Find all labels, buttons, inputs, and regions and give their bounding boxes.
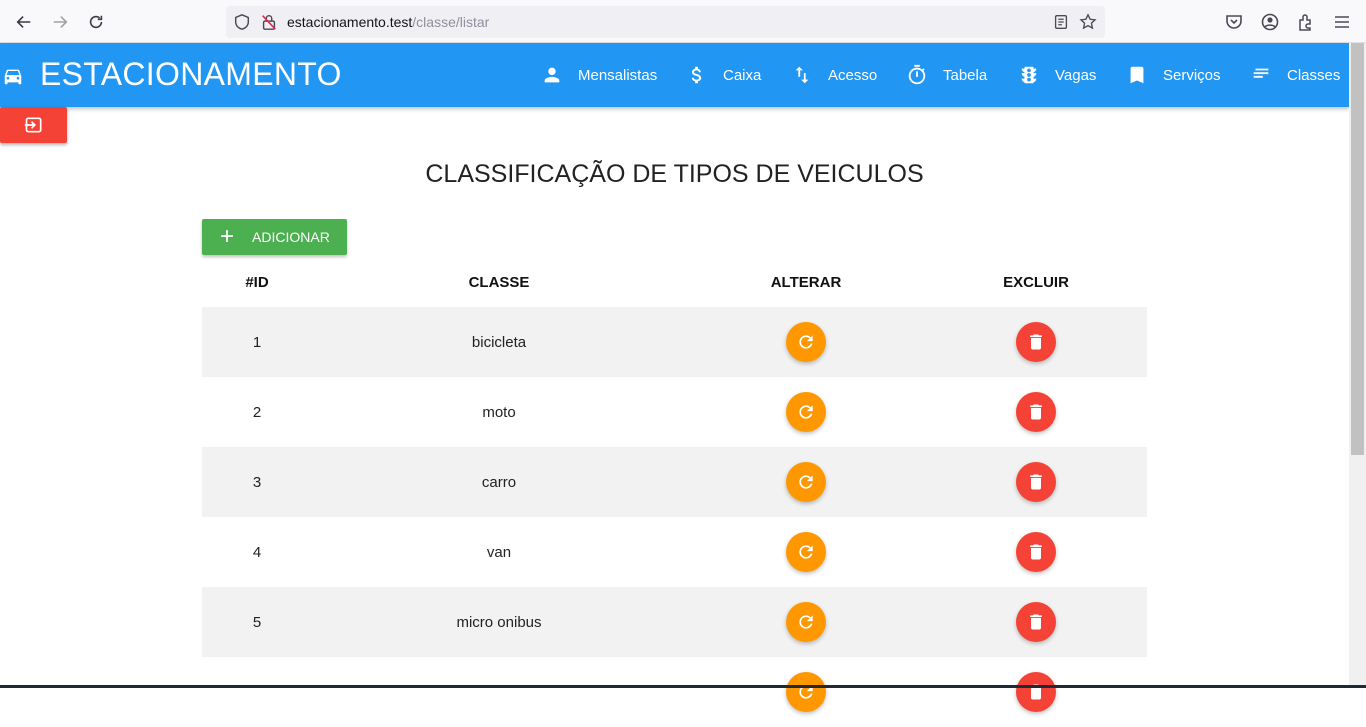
nav-item-vagas[interactable]: Vagas xyxy=(1018,63,1096,87)
trash-icon xyxy=(1030,404,1042,420)
nav-item-mensalistas[interactable]: Mensalistas xyxy=(541,63,657,87)
reload-icon[interactable] xyxy=(82,8,110,36)
insecure-lock-icon[interactable] xyxy=(260,13,278,31)
delete-button[interactable] xyxy=(1016,532,1056,572)
add-button-label: ADICIONAR xyxy=(252,229,330,245)
table-row: 3 carro xyxy=(202,447,1147,517)
person-icon xyxy=(544,67,560,83)
car-icon xyxy=(4,69,22,85)
short-text-icon xyxy=(1253,68,1269,78)
table-header: #ID CLASSE ALTERAR EXCLUIR xyxy=(202,257,1147,307)
cell-classe: carro xyxy=(481,474,517,491)
header-classe: CLASSE xyxy=(468,274,530,291)
top-navbar: ESTACIONAMENTO Mensalistas Caixa Acesso … xyxy=(0,43,1349,107)
refresh-icon xyxy=(799,475,813,489)
edit-button[interactable] xyxy=(786,672,826,712)
cell-classe: moto xyxy=(482,404,516,421)
logout-button[interactable] xyxy=(0,107,67,143)
page-scrollbar[interactable] xyxy=(1349,43,1366,688)
nav-item-label: Serviços xyxy=(1163,66,1221,84)
edit-button[interactable] xyxy=(786,602,826,642)
nav-item-acesso[interactable]: Acesso xyxy=(791,63,877,87)
browser-toolbar: estacionamento.test/classe/listar xyxy=(0,0,1366,43)
header-alterar: ALTERAR xyxy=(770,274,842,291)
delete-button[interactable] xyxy=(1016,392,1056,432)
hamburger-menu-icon[interactable] xyxy=(1332,12,1352,32)
nav-item-label: Vagas xyxy=(1055,66,1097,84)
edit-button[interactable] xyxy=(786,322,826,362)
trash-icon xyxy=(1030,614,1042,630)
refresh-icon xyxy=(799,405,813,419)
page-title: CLASSIFICAÇÃO DE TIPOS DE VEICULOS xyxy=(425,160,924,188)
delete-button[interactable] xyxy=(1016,672,1056,712)
edit-button[interactable] xyxy=(786,532,826,572)
url-text[interactable]: estacionamento.test/classe/listar xyxy=(287,14,489,30)
timer-icon xyxy=(908,64,926,85)
cell-id: 4 xyxy=(252,544,262,561)
table-row: 2 moto xyxy=(202,377,1147,447)
delete-button[interactable] xyxy=(1016,462,1056,502)
pocket-icon[interactable] xyxy=(1224,12,1244,32)
trash-icon xyxy=(1030,544,1042,560)
reader-view-icon[interactable] xyxy=(1052,13,1070,31)
table-row: 4 van xyxy=(202,517,1147,587)
nav-item-caixa[interactable]: Caixa xyxy=(686,63,761,87)
back-arrow-icon[interactable] xyxy=(10,8,38,36)
url-host: estacionamento.test xyxy=(287,14,413,30)
classes-table: #ID CLASSE ALTERAR EXCLUIR 1 bicicleta 2 mo… xyxy=(202,257,1147,727)
nav-item-label: Acesso xyxy=(828,66,878,84)
bookmark-star-icon[interactable] xyxy=(1079,13,1097,31)
refresh-icon xyxy=(799,545,813,559)
header-id: #ID xyxy=(245,274,269,291)
cell-id: 3 xyxy=(252,474,262,491)
delete-button[interactable] xyxy=(1016,602,1056,642)
cell-classe: micro onibus xyxy=(456,614,542,631)
cell-id: 1 xyxy=(252,334,262,351)
cell-classe: van xyxy=(486,544,512,561)
nav-item-label: Caixa xyxy=(723,66,762,84)
refresh-icon xyxy=(799,615,813,629)
traffic-light-icon xyxy=(1021,66,1037,84)
bookmark-icon xyxy=(1130,66,1144,84)
cell-id: 5 xyxy=(252,614,262,631)
trash-icon xyxy=(1030,334,1042,350)
delete-button[interactable] xyxy=(1016,322,1056,362)
url-path: /classe/listar xyxy=(412,14,490,30)
cell-id: 2 xyxy=(252,404,262,421)
extensions-icon[interactable] xyxy=(1296,12,1316,32)
nav-item-label: Classes xyxy=(1287,66,1341,84)
dollar-icon xyxy=(691,66,702,84)
address-bar[interactable]: estacionamento.test/classe/listar xyxy=(226,6,1105,38)
cell-classe: bicicleta xyxy=(471,334,527,351)
nav-item-label: Mensalistas xyxy=(578,66,658,84)
table-row xyxy=(202,657,1147,727)
table-row: 1 bicicleta xyxy=(202,307,1147,377)
trash-icon xyxy=(1030,474,1042,490)
refresh-icon xyxy=(799,335,813,349)
header-excluir: EXCLUIR xyxy=(1003,274,1069,291)
shield-icon[interactable] xyxy=(233,13,251,31)
nav-item-servicos[interactable]: Serviços xyxy=(1126,63,1221,87)
table-row: 5 micro onibus xyxy=(202,587,1147,657)
edit-button[interactable] xyxy=(786,462,826,502)
nav-item-tabela[interactable]: Tabela xyxy=(906,63,987,87)
plus-icon: + xyxy=(220,223,235,250)
table-body: 1 bicicleta 2 moto 3 carro 4 van 5 micro onibus xyxy=(202,307,1147,727)
add-button[interactable]: + ADICIONAR xyxy=(202,219,347,255)
scrollbar-thumb[interactable] xyxy=(1351,43,1364,455)
brand-title[interactable]: ESTACIONAMENTO xyxy=(40,56,342,93)
nav-item-classes[interactable]: Classes xyxy=(1250,63,1340,87)
nav-item-label: Tabela xyxy=(943,66,988,84)
edit-button[interactable] xyxy=(786,392,826,432)
exit-icon xyxy=(24,117,41,133)
account-icon[interactable] xyxy=(1260,12,1280,32)
swap-vertical-icon xyxy=(795,66,809,84)
forward-arrow-icon[interactable] xyxy=(46,8,74,36)
